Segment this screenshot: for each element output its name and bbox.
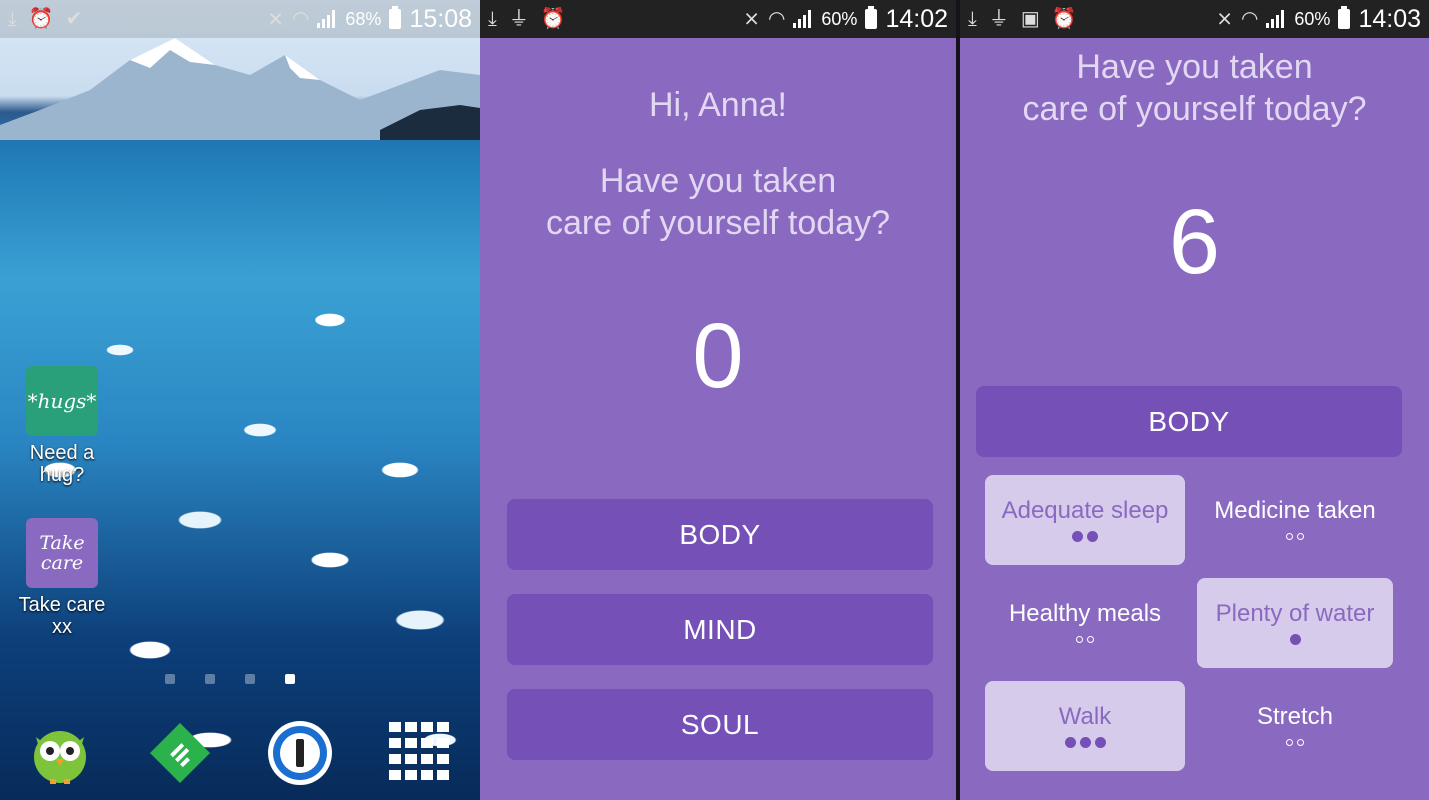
alarm-icon: ⏰ (540, 8, 566, 30)
download-notification-icon: ⤓ (488, 8, 497, 30)
image-icon: ▣ (1020, 8, 1040, 30)
battery-charging-icon (1338, 6, 1351, 29)
dot (1297, 738, 1304, 746)
home-page-dot (205, 674, 215, 684)
clock: 14:02 (885, 4, 948, 33)
page-dot (165, 674, 175, 684)
item-label: Medicine taken (1214, 497, 1376, 524)
mountain-backdrop (0, 38, 480, 140)
question-line-2: care of yourself today? (546, 204, 890, 242)
dot (1289, 633, 1301, 645)
item-dots (1286, 529, 1304, 543)
status-bar: ⤓ ⏚ ⏰ ⨯ ◠ 60% 14:02 (480, 0, 956, 38)
item-adequate-sleep[interactable]: Adequate sleep (985, 475, 1185, 565)
dot (1064, 736, 1076, 748)
item-label: Healthy meals (1008, 600, 1162, 627)
signal-icon (317, 10, 337, 28)
item-dots (1289, 632, 1301, 646)
clock: 14:03 (1358, 4, 1421, 33)
item-dots (1076, 632, 1094, 646)
take-care-widget-icon: Take care (26, 518, 98, 588)
dot (1087, 530, 1098, 542)
usb-icon: ⏚ (508, 8, 529, 30)
page-dot (245, 674, 255, 684)
question-line-1: Have you taken (1076, 48, 1313, 86)
usb-icon: ⏚ (988, 8, 1009, 30)
app-body-screen: ⤓ ⏚ ▣ ⏰ ⨯ ◠ 60% 14:03 Have you taken car… (960, 0, 1429, 800)
battery-percentage: 60% (1294, 8, 1331, 29)
item-dots (1064, 735, 1106, 749)
hugs-widget-icon: *hugs* (26, 366, 98, 436)
app-label: Need a hug? (29, 442, 95, 486)
download-notification-icon: ⤓ (968, 8, 977, 30)
nfc-muted-icon: ⨯ (267, 8, 284, 30)
item-stretch[interactable]: Stretch (1195, 681, 1395, 771)
dot (1076, 635, 1083, 643)
battery-icon (389, 6, 402, 29)
item-label: Plenty of water (1215, 600, 1375, 627)
1password-icon[interactable] (265, 718, 335, 788)
dot (1094, 736, 1106, 748)
alarm-icon: ⏰ (1051, 8, 1077, 30)
greeting-text: Hi, Anna! (649, 86, 787, 124)
nfc-muted-icon: ⨯ (1216, 8, 1233, 30)
item-walk[interactable]: Walk (985, 681, 1185, 771)
question-line-2: care of yourself today? (1022, 90, 1367, 128)
app-main-screen: ⤓ ⏚ ⏰ ⨯ ◠ 60% 14:02 Hi, Anna! Have you t… (480, 0, 956, 800)
clipboard-icon: ✔ (65, 8, 83, 30)
dot (1072, 530, 1083, 542)
wifi-icon: ◠ (291, 8, 310, 30)
dot (1087, 635, 1094, 643)
status-bar: ⤓ ⏰ ✔ ⨯ ◠ 68% 15:08 (0, 0, 480, 38)
signal-icon (793, 10, 813, 28)
dot (1286, 532, 1293, 540)
question-text: Have you taken care of yourself today? (960, 46, 1429, 130)
need-a-hug-app[interactable]: *hugs* Need a hug? (17, 366, 107, 486)
soul-button[interactable]: SOUL (507, 689, 933, 760)
item-dots (1286, 735, 1304, 749)
body-button[interactable]: BODY (976, 386, 1402, 457)
feedly-icon[interactable] (145, 718, 215, 788)
item-healthy-meals[interactable]: Healthy meals (985, 578, 1185, 668)
mind-button[interactable]: MIND (507, 594, 933, 665)
download-notification-icon: ⤓ (8, 8, 17, 30)
app-label: Take care xx (18, 594, 106, 638)
alarm-icon: ⏰ (28, 8, 54, 30)
signal-icon (1266, 10, 1286, 28)
battery-charging-icon (865, 6, 878, 29)
battery-percentage: 60% (821, 8, 858, 29)
status-bar: ⤓ ⏚ ▣ ⏰ ⨯ ◠ 60% 14:03 (960, 0, 1429, 38)
home-screen: ⤓ ⏰ ✔ ⨯ ◠ 68% 15:08 *hugs* Need a hug? T… (0, 0, 480, 800)
page-dot-active (285, 674, 295, 684)
dot (1079, 736, 1091, 748)
item-medicine-taken[interactable]: Medicine taken (1195, 475, 1395, 565)
care-count: 6 (1168, 191, 1221, 293)
battery-percentage: 68% (345, 8, 382, 29)
dot (1297, 532, 1304, 540)
body-button[interactable]: BODY (507, 499, 933, 570)
app-drawer-icon[interactable] (385, 718, 455, 788)
wifi-icon: ◠ (1240, 8, 1259, 30)
owl-app-icon[interactable] (25, 718, 95, 788)
home-page-indicator (165, 674, 295, 684)
care-count: 0 (692, 305, 744, 407)
question-line-1: Have you taken (599, 162, 837, 200)
item-label: Adequate sleep (1001, 497, 1169, 524)
clock: 15:08 (409, 4, 472, 33)
item-label: Stretch (1256, 703, 1334, 730)
take-care-app[interactable]: Take care Take care xx (17, 518, 107, 638)
item-plenty-of-water[interactable]: Plenty of water (1197, 578, 1393, 668)
dot (1286, 738, 1293, 746)
wifi-icon: ◠ (767, 8, 786, 30)
nfc-muted-icon: ⨯ (743, 8, 760, 30)
item-dots (1072, 529, 1098, 543)
dock (0, 718, 480, 788)
question-text: Have you taken care of yourself today? (480, 160, 956, 244)
item-label: Walk (1058, 703, 1112, 730)
